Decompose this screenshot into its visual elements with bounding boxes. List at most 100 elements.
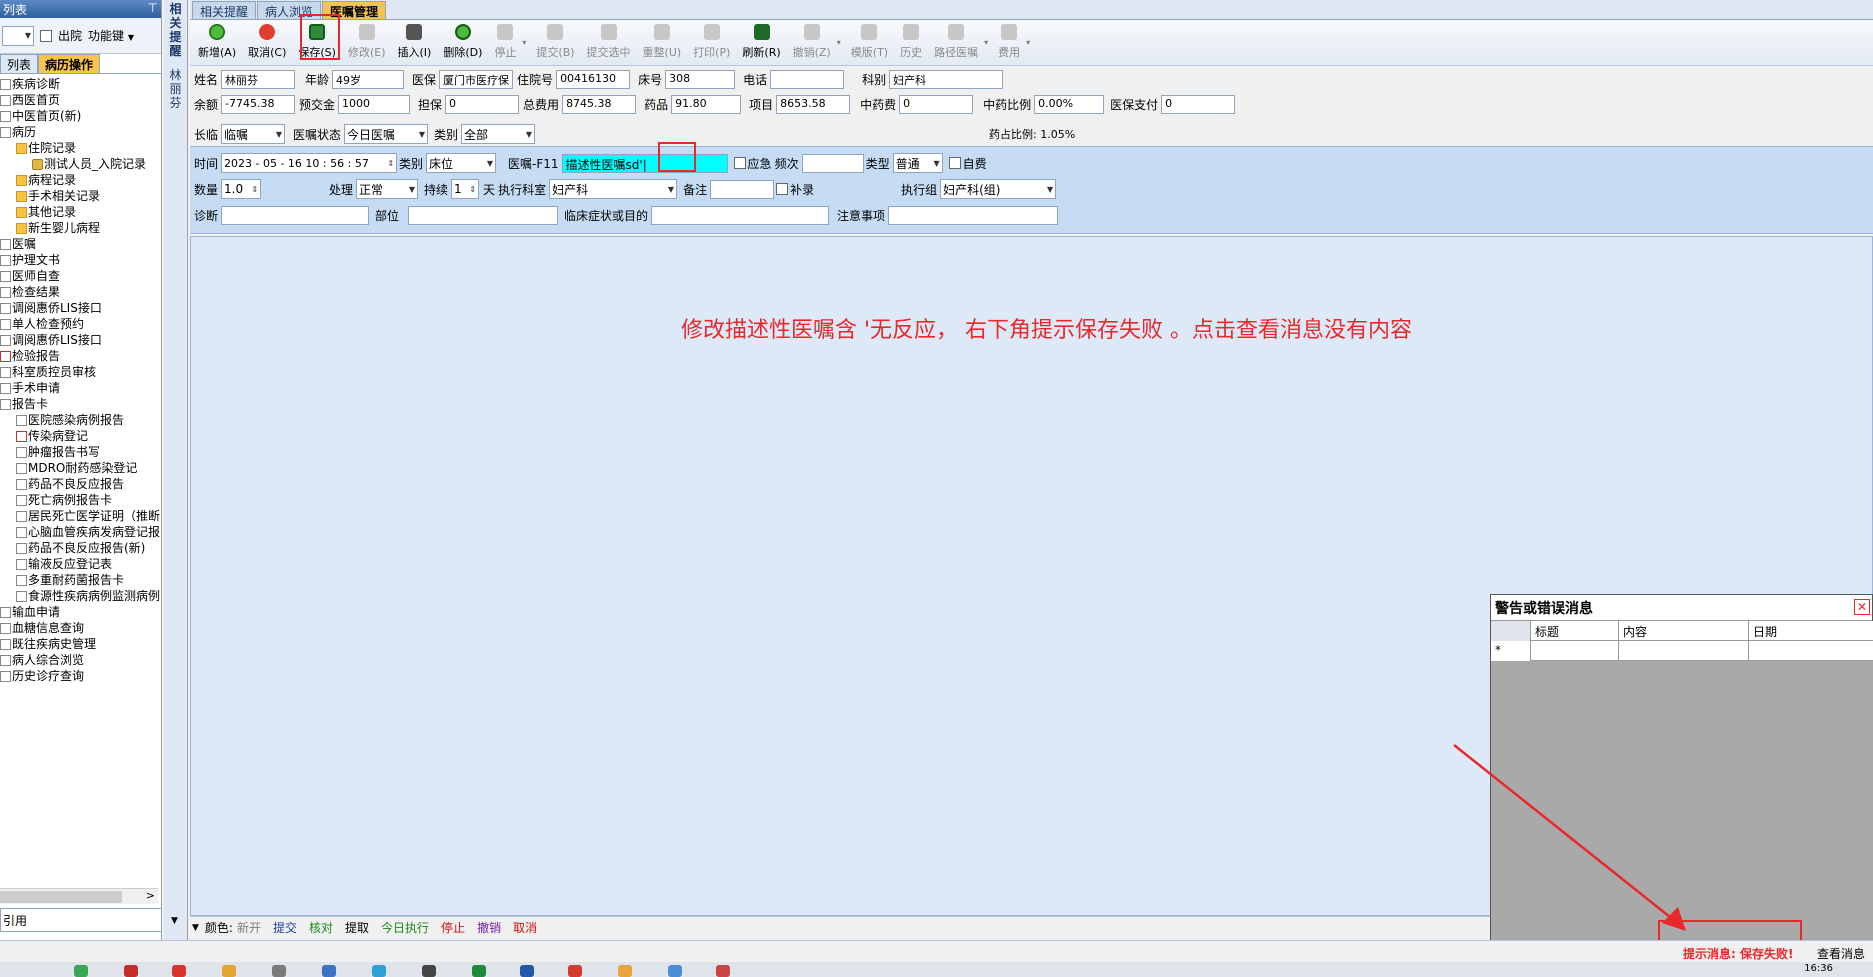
taskbar-app-icon[interactable] xyxy=(618,965,632,977)
toolbar-button[interactable]: 提交选中 xyxy=(587,24,631,60)
taskbar-app-icon[interactable] xyxy=(668,965,682,977)
tree-node[interactable]: 心脑血管疾病发病登记报 xyxy=(0,524,162,540)
tree-node[interactable]: 检验报告 xyxy=(0,348,162,364)
tree-node[interactable]: 肿瘤报告书写 xyxy=(0,444,162,460)
pin-icon[interactable]: ⊤ xyxy=(148,1,158,17)
symptom-purpose-input[interactable] xyxy=(651,205,830,225)
tree-node[interactable]: 药品不良反应报告 xyxy=(0,476,162,492)
quantity-stepper[interactable]: 1.0 ⇕ xyxy=(221,179,262,199)
exec-dept-select[interactable]: 妇产科 ▼ xyxy=(549,179,678,199)
tree-node[interactable]: 西医首页 xyxy=(0,92,162,108)
table-cell[interactable] xyxy=(1531,641,1619,661)
close-icon[interactable]: ✕ xyxy=(1854,599,1870,615)
toolbar-button[interactable]: 停止 xyxy=(494,24,516,60)
tree-node[interactable]: 检查结果 xyxy=(0,284,162,300)
tree-node[interactable]: 新生婴儿病程 xyxy=(0,220,162,236)
reference-box[interactable]: 引用 xyxy=(0,908,162,932)
tree-node[interactable]: 既往疾病史管理 xyxy=(0,636,162,652)
tree-node[interactable]: 药品不良反应报告(新) xyxy=(0,540,162,556)
tree-node[interactable]: 病人综合浏览 xyxy=(0,652,162,668)
vertical-tab-reminders[interactable]: 相关提醒 xyxy=(164,0,187,60)
frequency-input[interactable] xyxy=(801,153,864,173)
toolbar-button[interactable]: 取消(C) xyxy=(248,24,286,60)
toolbar-button[interactable]: 模版(T) xyxy=(851,24,888,60)
toolbar-button[interactable]: 撤销(Z) xyxy=(793,24,831,60)
tree-node[interactable]: 报告卡 xyxy=(0,396,162,412)
triangle-down-icon[interactable]: ▼ xyxy=(192,923,199,933)
tree-node[interactable]: 输血申请 xyxy=(0,604,162,620)
toolbar-button[interactable]: 插入(I) xyxy=(398,24,431,60)
dropdown-arrow-icon[interactable]: ▾ xyxy=(984,38,988,47)
dropdown-arrow-icon[interactable]: ▾ xyxy=(837,38,841,47)
left-combo[interactable]: ▼ xyxy=(2,25,34,46)
toolbar-button[interactable]: 打印(P) xyxy=(693,24,730,60)
taskbar-app-icon[interactable] xyxy=(272,965,286,977)
tree-node[interactable]: 手术申请 xyxy=(0,380,162,396)
tab-record-operations[interactable]: 病历操作 xyxy=(38,54,101,73)
function-key-button[interactable]: 功能键 ▼ xyxy=(88,27,134,44)
taskbar-app-icon[interactable] xyxy=(568,965,582,977)
order-type-select[interactable]: 临嘱 ▼ xyxy=(221,124,286,144)
tree-node[interactable]: 死亡病例报告卡 xyxy=(0,492,162,508)
tree-node[interactable]: 多重耐药菌报告卡 xyxy=(0,572,162,588)
taskbar-app-icon[interactable] xyxy=(74,965,88,977)
order-status-select[interactable]: 今日医嘱 ▼ xyxy=(344,124,429,144)
toolbar-button[interactable]: 刷新(R) xyxy=(742,24,781,60)
order-time-picker[interactable]: 2023 - 05 - 16 10 : 56 : 57 ⇕ xyxy=(221,153,398,173)
tree-node[interactable]: 中医首页(新) xyxy=(0,108,162,124)
taskbar-app-icon[interactable] xyxy=(322,965,336,977)
scrollbar-thumb[interactable] xyxy=(0,891,122,903)
toolbar-button[interactable]: 修改(E) xyxy=(348,24,386,60)
tree-node[interactable]: 护理文书 xyxy=(0,252,162,268)
tree-node[interactable]: 血糖信息查询 xyxy=(0,620,162,636)
tab-reminders[interactable]: 相关提醒 xyxy=(192,1,257,19)
order-category-entry-select[interactable]: 床位 ▼ xyxy=(426,153,497,173)
order-kind-select[interactable]: 普通 ▼ xyxy=(892,153,943,173)
taskbar-app-icon[interactable] xyxy=(520,965,534,977)
tree-node[interactable]: 医师自查 xyxy=(0,268,162,284)
tree-node[interactable]: 测试人员_入院记录 xyxy=(0,156,162,172)
notes-input[interactable] xyxy=(888,205,1059,225)
supplement-checkbox[interactable] xyxy=(776,183,789,195)
taskbar-app-icon[interactable] xyxy=(372,965,386,977)
tree-node[interactable]: 单人检查预约 xyxy=(0,316,162,332)
tree-node[interactable]: 医院感染病例报告 xyxy=(0,412,162,428)
tree-node[interactable]: 病历 xyxy=(0,124,162,140)
tree-node[interactable]: 输液反应登记表 xyxy=(0,556,162,572)
toolbar-button[interactable]: 提交(B) xyxy=(536,24,575,60)
tree-node[interactable]: 其他记录 xyxy=(0,204,162,220)
tree-node[interactable]: 调阅惠侨LIS接口 xyxy=(0,332,162,348)
tree-node[interactable]: MDRO耐药感染登记 xyxy=(0,460,162,476)
tree-node[interactable]: 传染病登记 xyxy=(0,428,162,444)
tree-node[interactable]: 手术相关记录 xyxy=(0,188,162,204)
toolbar-button[interactable]: 重整(U) xyxy=(643,24,681,60)
site-input[interactable] xyxy=(408,205,559,225)
tree-node[interactable]: 疾病诊断 xyxy=(0,76,162,92)
taskbar-app-icon[interactable] xyxy=(124,965,138,977)
table-cell[interactable] xyxy=(1749,641,1873,661)
table-cell[interactable] xyxy=(1619,641,1749,661)
column-header-title[interactable]: 标题 xyxy=(1531,621,1619,641)
toolbar-button[interactable]: 路径医嘱 xyxy=(934,24,978,60)
order-content-input[interactable]: 描述性医嘱sd'| xyxy=(561,153,728,173)
tree-node[interactable]: 食源性疾病病例监测病例 xyxy=(0,588,162,604)
diagnosis-input[interactable] xyxy=(221,205,370,225)
tab-list[interactable]: 列表 xyxy=(0,54,39,73)
exec-group-select[interactable]: 妇产科(组) ▼ xyxy=(940,179,1057,199)
taskbar-app-icon[interactable] xyxy=(172,965,186,977)
toolbar-button[interactable]: 删除(D) xyxy=(443,24,482,60)
discharge-checkbox[interactable] xyxy=(40,29,52,42)
duration-stepper[interactable]: 1 ⇕ xyxy=(451,179,480,199)
dropdown-arrow-icon[interactable]: ▾ xyxy=(1026,38,1030,47)
taskbar-app-icon[interactable] xyxy=(472,965,486,977)
chevron-right-icon[interactable]: > xyxy=(146,889,155,902)
self-pay-checkbox[interactable] xyxy=(948,157,961,169)
tree-node[interactable]: 病程记录 xyxy=(0,172,162,188)
tree-node[interactable]: 历史诊疗查询 xyxy=(0,668,162,684)
taskbar-app-icon[interactable] xyxy=(222,965,236,977)
horizontal-scrollbar[interactable]: > xyxy=(0,888,158,904)
toolbar-button[interactable]: 费用 xyxy=(998,24,1020,60)
order-category-select[interactable]: 全部 ▼ xyxy=(461,124,536,144)
tree-node[interactable]: 住院记录 xyxy=(0,140,162,156)
tree-node[interactable]: 居民死亡医学证明（推断 xyxy=(0,508,162,524)
